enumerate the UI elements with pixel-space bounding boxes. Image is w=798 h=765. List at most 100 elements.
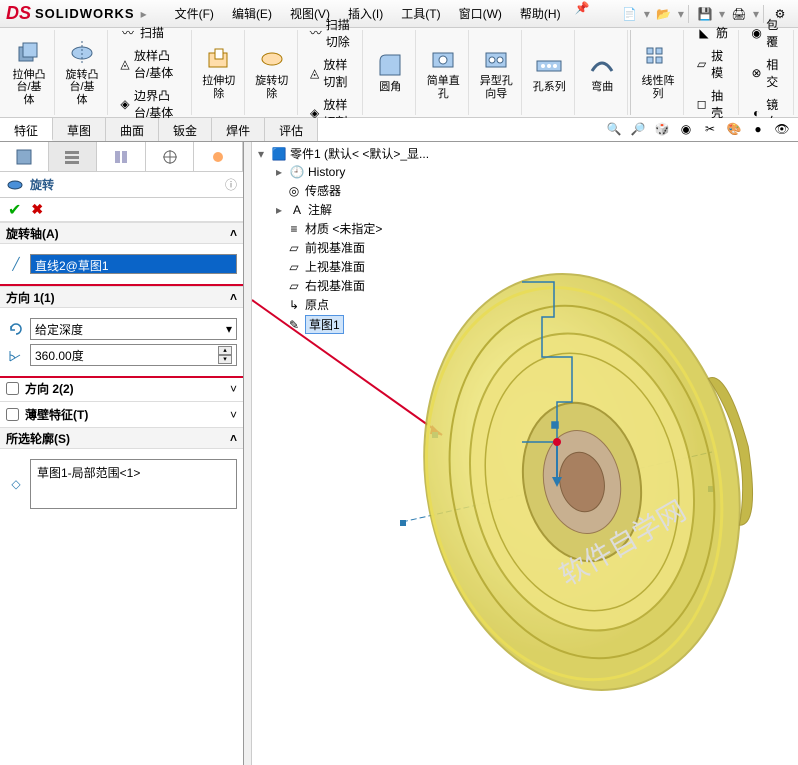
ribbon: 拉伸凸台/基体 旋转凸台/基体 〰扫描 ◬放样凸台/基体 ◈边界凸台/基体 拉伸… <box>0 28 798 118</box>
rib-button[interactable]: ◣筋 <box>692 22 732 43</box>
chevron-icon: ˅ <box>230 408 237 422</box>
pm-tab-config[interactable] <box>97 142 146 171</box>
section-direction1[interactable]: 方向 1(1) ˄ <box>0 286 243 308</box>
fillet-button[interactable]: 圆角 <box>371 47 409 97</box>
thin-checkbox[interactable] <box>6 408 19 421</box>
property-manager: 旋转 ⓘ ✔ ✖ 旋转轴(A) ˄ ╱ 直线2@草图1 <box>0 142 244 765</box>
wrap-button[interactable]: ◉包覆 <box>747 14 787 52</box>
zoom-fit-icon[interactable]: 🔍 <box>604 120 624 138</box>
angle-input[interactable]: 360.00度 ▴ ▾ <box>30 344 237 366</box>
section-contours[interactable]: 所选轮廓(S) ˄ <box>0 427 243 449</box>
axis-icon: ╱ <box>6 254 26 274</box>
view-orientation-icon[interactable]: 🎲 <box>652 120 672 138</box>
menu-tools[interactable]: 工具(T) <box>393 1 448 26</box>
section-axis[interactable]: 旋转轴(A) ˄ <box>0 222 243 244</box>
display-style-icon[interactable]: ◉ <box>676 120 696 138</box>
pm-confirm-bar: ✔ ✖ <box>0 198 243 222</box>
loft-cut-icon: ◬ <box>310 65 320 81</box>
highlight-box-direction: 方向 1(1) ˄ 给定深度 ▾ 360.00度 <box>0 284 243 378</box>
pm-title-bar: 旋转 ⓘ <box>0 172 243 198</box>
hole-icon <box>429 45 457 73</box>
save-button[interactable]: 💾 <box>693 4 717 24</box>
view-tools: 🔍 🔎 🎲 ◉ ✂ 🎨 ● 👁 <box>604 120 792 138</box>
graphics-area[interactable]: ▾🟦零件1 (默认< <默认>_显... ▸🕘History ◎传感器 ▸A注解… <box>252 142 798 765</box>
revolve-cut-icon <box>258 45 286 73</box>
pm-tab-feature[interactable] <box>0 142 49 171</box>
direction2-checkbox[interactable] <box>6 382 19 395</box>
menu-window[interactable]: 窗口(W) <box>451 1 510 26</box>
cancel-button[interactable]: ✖ <box>31 201 43 218</box>
app-name: SOLIDWORKS <box>35 6 135 21</box>
section-thin[interactable]: 薄壁特征(T) ˅ <box>0 401 243 427</box>
list-item[interactable]: 草图1-局部范围<1> <box>33 462 234 483</box>
pm-tab-display[interactable] <box>194 142 243 171</box>
contour-icon: ◇ <box>6 474 26 494</box>
app-logo: DS SOLIDWORKS <box>6 3 135 24</box>
sweep-button[interactable]: 〰扫描 <box>116 22 185 43</box>
shell-icon: ◻ <box>696 96 707 112</box>
new-button[interactable]: 📄 <box>618 4 642 24</box>
revolve-cut-button[interactable]: 旋转切除 <box>253 41 291 103</box>
hole-wizard-button[interactable]: 异型孔向导 <box>477 41 515 103</box>
fillet-icon <box>376 51 404 79</box>
simple-hole-button[interactable]: 简单直孔 <box>424 41 462 103</box>
tab-sketch[interactable]: 草图 <box>53 118 106 141</box>
revolve-icon <box>6 176 24 194</box>
hole-series-button[interactable]: 孔系列 <box>530 47 568 97</box>
pm-tab-dimxpert[interactable] <box>146 142 195 171</box>
scene-icon[interactable]: 🎨 <box>724 120 744 138</box>
model-preview <box>252 142 798 765</box>
callout-arrow <box>252 300 442 435</box>
sweep-cut-button[interactable]: 〰扫描切除 <box>306 14 357 52</box>
ok-button[interactable]: ✔ <box>8 200 21 220</box>
extrude-boss-button[interactable]: 拉伸凸台/基体 <box>10 35 48 109</box>
rib-icon: ◣ <box>696 25 712 41</box>
pin-icon[interactable]: 📌 <box>575 1 590 26</box>
open-button[interactable]: 📂 <box>652 4 676 24</box>
reverse-direction-icon[interactable] <box>6 319 26 339</box>
menu-edit[interactable]: 编辑(E) <box>224 1 280 26</box>
linear-pattern-button[interactable]: 线性阵列 <box>639 41 677 103</box>
section-view-icon[interactable]: ✂ <box>700 120 720 138</box>
loft-icon: ◬ <box>120 56 130 72</box>
loft-cut-button[interactable]: ◬放样切割 <box>306 54 357 92</box>
help-icon[interactable]: ⓘ <box>225 176 237 193</box>
pm-tabs <box>0 142 243 172</box>
section-direction2[interactable]: 方向 2(2) ˅ <box>0 376 243 401</box>
draft-button[interactable]: ▱拔模 <box>692 45 732 83</box>
menu-dropdown-icon[interactable]: ▸ <box>141 7 147 21</box>
appearance-icon[interactable]: ● <box>748 120 768 138</box>
draft-icon: ▱ <box>696 56 707 72</box>
highlight-box-axis: 旋转轴(A) ˄ ╱ 直线2@草图1 <box>0 222 243 286</box>
hide-show-icon[interactable]: 👁 <box>772 120 792 138</box>
chevron-up-icon: ˄ <box>230 431 237 445</box>
chevron-up-icon: ˄ <box>230 290 237 304</box>
tab-weldment[interactable]: 焊件 <box>212 118 265 141</box>
tab-evaluate[interactable]: 评估 <box>265 118 318 141</box>
revolve-icon <box>68 39 96 67</box>
intersect-icon: ⊗ <box>751 65 762 81</box>
pm-tab-property[interactable] <box>49 142 98 171</box>
spin-down-button[interactable]: ▾ <box>218 355 232 364</box>
end-condition-combo[interactable]: 给定深度 ▾ <box>30 318 237 340</box>
axis-selection-box[interactable]: 直线2@草图1 <box>30 254 237 274</box>
tab-sheetmetal[interactable]: 钣金 <box>159 118 212 141</box>
loft-button[interactable]: ◬放样凸台/基体 <box>116 45 185 83</box>
pattern-icon <box>644 45 672 73</box>
boundary-icon: ◈ <box>120 96 130 112</box>
bend-button[interactable]: 弯曲 <box>583 47 621 97</box>
pm-title: 旋转 <box>30 176 54 193</box>
spin-up-button[interactable]: ▴ <box>218 346 232 355</box>
chevron-up-icon: ˄ <box>230 226 237 240</box>
zoom-area-icon[interactable]: 🔎 <box>628 120 648 138</box>
splitter[interactable] <box>244 142 252 765</box>
revolve-boss-button[interactable]: 旋转凸台/基体 <box>63 35 101 109</box>
extrude-cut-button[interactable]: 拉伸切除 <box>200 41 238 103</box>
intersect-button[interactable]: ⊗相交 <box>747 54 787 92</box>
extrude-icon <box>15 39 43 67</box>
tab-surface[interactable]: 曲面 <box>106 118 159 141</box>
tab-feature[interactable]: 特征 <box>0 118 53 141</box>
contours-listbox[interactable]: 草图1-局部范围<1> <box>30 459 237 509</box>
menu-help[interactable]: 帮助(H) <box>512 1 569 26</box>
hole-wizard-icon <box>482 45 510 73</box>
